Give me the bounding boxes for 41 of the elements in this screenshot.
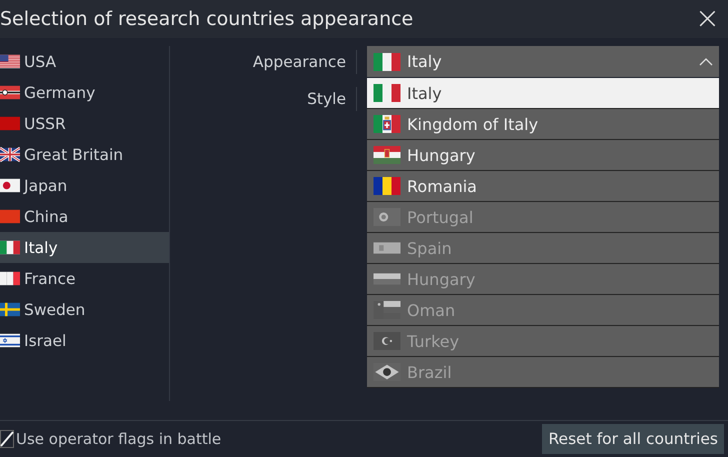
window-title: Selection of research countries appearance [0, 8, 414, 30]
country-item[interactable]: China [0, 201, 169, 232]
close-button[interactable]: × [686, 4, 728, 34]
flag-icon [0, 54, 20, 69]
reset-button[interactable]: Reset for all countries [542, 424, 724, 454]
flag-icon [373, 177, 401, 195]
caret-icon [699, 58, 713, 66]
flag-icon [0, 178, 20, 193]
style-label: Style [176, 86, 357, 110]
flag-icon [373, 332, 401, 350]
dropdown-option[interactable]: Romania [367, 171, 719, 201]
flag-icon [0, 271, 20, 286]
flag-icon [0, 333, 20, 348]
flag-icon [373, 115, 401, 133]
dropdown-option[interactable]: Italy [367, 78, 719, 108]
country-item[interactable]: USSR [0, 108, 169, 139]
checkbox[interactable] [0, 430, 14, 448]
appearance-label: Appearance [176, 50, 357, 74]
flag-icon [373, 363, 401, 381]
flag-icon [373, 146, 401, 164]
dropdown-option[interactable]: Hungary [367, 140, 719, 170]
flag-icon [0, 302, 20, 317]
flag-icon [0, 240, 20, 255]
country-item[interactable]: Italy [0, 232, 169, 263]
flag-icon [0, 209, 20, 224]
country-item[interactable]: Great Britain [0, 139, 169, 170]
flag-icon [373, 52, 401, 70]
flag-icon [373, 301, 401, 319]
checkbox-label: Use operator flags in battle [16, 430, 222, 448]
country-item[interactable]: France [0, 263, 169, 294]
country-item[interactable]: Germany [0, 77, 169, 108]
flag-icon [0, 147, 20, 162]
flag-icon [373, 208, 401, 226]
country-item[interactable]: USA [0, 46, 169, 77]
country-item[interactable]: Japan [0, 170, 169, 201]
country-item[interactable]: Sweden [0, 294, 169, 325]
flag-icon [373, 84, 401, 102]
dropdown-option[interactable]: Kingdom of Italy [367, 109, 719, 139]
flag-icon [0, 116, 20, 131]
appearance-dropdown[interactable]: Italy [367, 46, 719, 77]
country-item[interactable]: Israel [0, 325, 169, 356]
